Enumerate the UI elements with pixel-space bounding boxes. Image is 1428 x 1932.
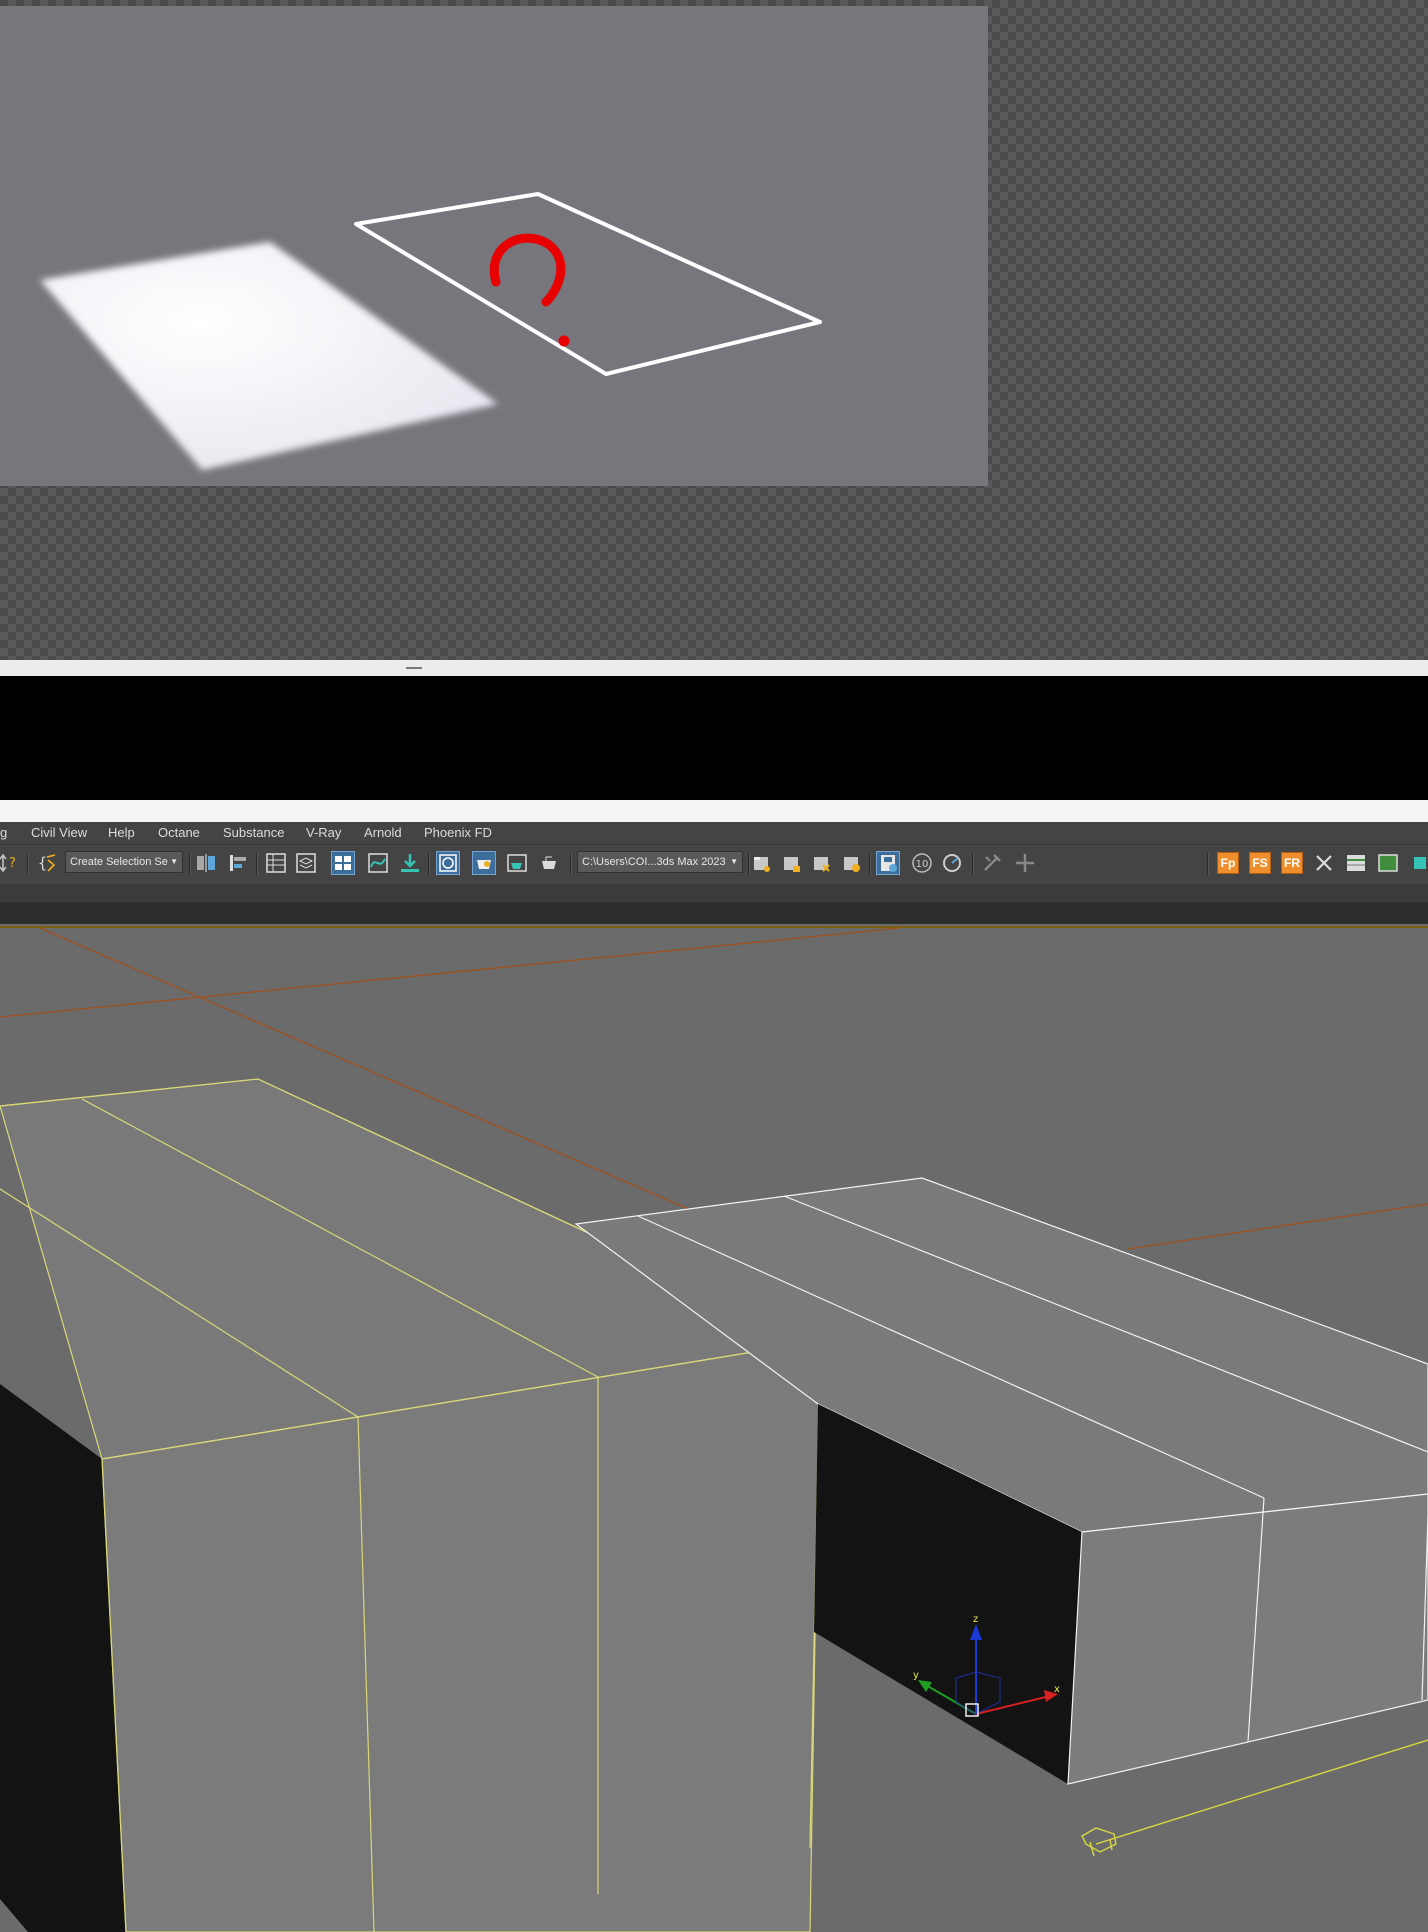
menu-item-help[interactable]: Help: [108, 825, 135, 840]
outlined-plane: [354, 192, 822, 376]
panel-splitter[interactable]: [0, 660, 1428, 676]
named-selection-icon[interactable]: {: [36, 851, 60, 875]
splitter-grip[interactable]: [406, 667, 422, 669]
toolbar-separator: [189, 853, 191, 875]
window-title-strip: [0, 800, 1428, 822]
named-selection-dropdown[interactable]: Create Selection Se ▼: [65, 851, 183, 873]
render-image: [0, 6, 988, 486]
fix-tool-icon[interactable]: [980, 851, 1004, 875]
glowing-plane: [40, 242, 498, 470]
viewport-scene: z x y: [0, 924, 1428, 1932]
align-icon[interactable]: [226, 851, 250, 875]
svg-text:{: {: [38, 854, 47, 872]
auto-backup-icon[interactable]: [876, 851, 900, 875]
toolbar-separator: [428, 853, 430, 875]
backup-spinner-icon[interactable]: 10: [910, 851, 934, 875]
forest-pack-icon[interactable]: Fp: [1217, 852, 1239, 874]
render-production-icon[interactable]: [538, 851, 562, 875]
menu-bar: g Civil View Help Octane Substance V-Ray…: [0, 822, 1428, 844]
perspective-viewport[interactable]: z x y: [0, 924, 1428, 1932]
curve-editor-icon[interactable]: [366, 851, 390, 875]
toolbar-separator: [972, 853, 974, 875]
project-folder-value: C:\Users\COI...3ds Max 2023: [582, 856, 726, 868]
table-icon[interactable]: [1344, 851, 1368, 875]
refresh-icon[interactable]: [940, 851, 964, 875]
toolbar-separator: [1207, 853, 1209, 875]
scene-explorer-icon[interactable]: [264, 851, 288, 875]
toolbar-separator: [256, 853, 258, 875]
menu-item-substance[interactable]: Substance: [223, 825, 284, 840]
render-scene: [40, 192, 822, 470]
toolbar-separator: [869, 853, 871, 875]
question-icon: ?: [9, 856, 16, 871]
menu-item-octane[interactable]: Octane: [158, 825, 200, 840]
empty-area: [0, 676, 1428, 800]
layer-explorer-icon[interactable]: [294, 851, 318, 875]
menu-item-vray[interactable]: V-Ray: [306, 825, 341, 840]
toolbar-separator: [27, 853, 29, 875]
chevron-down-icon: ▼: [730, 857, 738, 866]
project-folder-save-icon[interactable]: [809, 851, 833, 875]
backup-spinner-value: 10: [916, 859, 929, 870]
project-folder-settings-icon[interactable]: [839, 851, 863, 875]
named-selection-value: Create Selection Se: [70, 856, 168, 868]
secondary-toolbar: [0, 884, 1428, 903]
viewport-label-bar: [0, 903, 1428, 924]
schematic-view-icon[interactable]: [398, 851, 422, 875]
main-toolbar: ? { Create Selection Se ▼ C:\Users\COI..…: [0, 844, 1428, 1722]
overflow-icon[interactable]: [1408, 851, 1428, 875]
gizmo-y-label: y: [913, 1670, 919, 1681]
forest-scatter-icon[interactable]: FS: [1249, 852, 1271, 874]
toolbar-separator: [570, 853, 572, 875]
mirror-icon[interactable]: [194, 851, 218, 875]
chevron-down-icon: ▼: [170, 857, 178, 866]
help-pointer-button[interactable]: ?: [0, 851, 18, 875]
window-panel-icon[interactable]: [1376, 851, 1400, 875]
menu-item-phoenix-fd[interactable]: Phoenix FD: [424, 825, 492, 840]
material-editor-icon[interactable]: [436, 851, 460, 875]
toggle-ribbon-icon[interactable]: [331, 851, 355, 875]
tools-icon[interactable]: [1312, 851, 1336, 875]
gizmo-z-label: z: [973, 1614, 978, 1625]
question-mark-annotation: [489, 233, 566, 307]
menu-item-rendering[interactable]: g: [0, 825, 7, 840]
render-frame-window: [0, 0, 1428, 660]
rendered-frame-window-icon[interactable]: [505, 851, 529, 875]
menu-item-arnold[interactable]: Arnold: [364, 825, 402, 840]
gizmo-x-label: x: [1054, 1684, 1060, 1695]
project-folder-new-icon[interactable]: [749, 851, 773, 875]
move-tool-icon[interactable]: [1013, 851, 1037, 875]
project-folder-dropdown[interactable]: C:\Users\COI...3ds Max 2023 ▼: [577, 851, 743, 873]
forest-railclone-icon[interactable]: FR: [1281, 852, 1303, 874]
render-setup-icon[interactable]: [472, 851, 496, 875]
menu-item-civil-view[interactable]: Civil View: [31, 825, 87, 840]
question-mark-dot: [558, 335, 570, 347]
project-folder-open-icon[interactable]: [779, 851, 803, 875]
